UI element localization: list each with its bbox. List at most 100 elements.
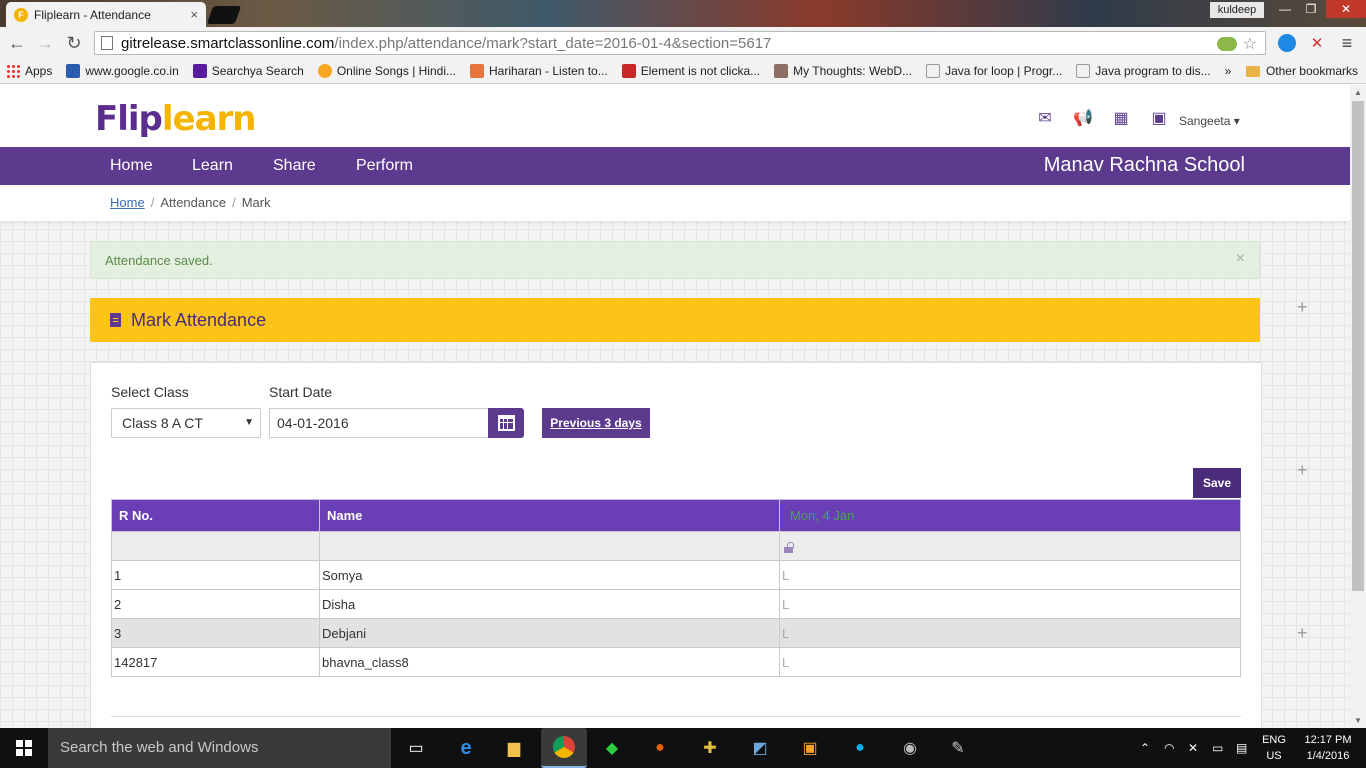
status-cell[interactable]: L [779, 647, 1241, 677]
col-header-date: Mon, 4 Jan [779, 499, 1241, 532]
bookmark-label: www.google.co.in [85, 64, 179, 78]
bookmark-searchya[interactable]: Searchya Search [192, 64, 304, 78]
outlook-icon[interactable]: ▣ [796, 734, 824, 762]
breadcrumb-home-link[interactable]: Home [110, 195, 145, 210]
status-cell[interactable]: L [779, 589, 1241, 619]
bookmark-star-icon[interactable]: ☆ [1243, 34, 1257, 54]
main-navbar: Home Learn Share Perform Manav Rachna Sc… [0, 147, 1350, 185]
class-select[interactable]: Class 8 A CT ▼ [111, 408, 261, 438]
user-menu[interactable]: Sangeeta ▾ [1179, 114, 1240, 128]
clock-time: 12:17 PM [1304, 734, 1352, 746]
scroll-down-icon[interactable]: ▼ [1354, 716, 1362, 725]
start-date-label: Start Date [269, 384, 333, 400]
bookmark-online-songs[interactable]: Online Songs | Hindi... [317, 64, 456, 78]
extension-blue-icon[interactable] [1278, 34, 1296, 52]
start-button[interactable] [0, 728, 48, 768]
address-bar[interactable]: gitrelease.smartclassonline.com /index.p… [94, 31, 1266, 55]
breadcrumb-mark: Mark [241, 195, 271, 210]
edge-icon[interactable]: e [452, 734, 480, 762]
restore-icon[interactable]: ❐ [1298, 0, 1324, 18]
date-picker-button[interactable] [488, 408, 524, 438]
taskbar-search[interactable]: Search the web and Windows [48, 728, 391, 768]
bookmark-java-for-loop[interactable]: Java for loop | Progr... [926, 64, 1062, 78]
site-header: Fliplearn ✉ 📢 ▦ ▣ Sangeeta ▾ [0, 85, 1350, 147]
megaphone-icon[interactable]: 📢 [1072, 109, 1094, 127]
pin-app-icon[interactable]: ✚ [696, 734, 724, 762]
logo-flip: Flip [95, 99, 163, 139]
window-close-icon[interactable]: ✕ [1326, 0, 1366, 18]
taskbar-clock[interactable]: 12:17 PM 1/4/2016 [1296, 732, 1360, 764]
profile-name[interactable]: kuldeep [1210, 2, 1264, 18]
wifi-icon[interactable]: ◠ [1164, 728, 1174, 768]
attendance-table: R No. Name Mon, 4 Jan 1 Somya L 2 Disha … [111, 499, 1241, 677]
table-row: 2 Disha L [111, 589, 1241, 619]
skype-icon[interactable]: ● [846, 734, 874, 762]
mail-icon[interactable]: ✉ [1034, 109, 1056, 127]
fliplearn-logo[interactable]: Fliplearn [95, 99, 257, 139]
browser-tab[interactable]: F Fliplearn - Attendance × [6, 2, 206, 27]
language-indicator[interactable]: ENG US [1258, 732, 1290, 764]
chrome-menu-icon[interactable]: ≡ [1336, 32, 1358, 54]
rno-cell: 3 [111, 618, 320, 648]
alert-close-icon[interactable]: × [1236, 250, 1245, 268]
bookmark-element-not-clickable[interactable]: Element is not clicka... [621, 64, 760, 78]
extension-red-icon[interactable]: ✕ [1306, 32, 1328, 54]
bookmarks-overflow-chevron[interactable]: » [1225, 64, 1232, 78]
image-icon[interactable]: ▣ [1148, 109, 1170, 127]
file-explorer-icon[interactable]: ▆ [500, 734, 528, 762]
forward-arrow-icon[interactable]: → [34, 32, 56, 54]
page-scrollbar[interactable]: ▲ ▼ [1350, 85, 1366, 728]
calendar-icon[interactable]: ▦ [1110, 109, 1132, 127]
action-center-icon[interactable]: ▤ [1236, 728, 1247, 768]
status-cell[interactable]: L [779, 618, 1241, 648]
nav-home[interactable]: Home [110, 157, 153, 175]
bookmark-hariharan[interactable]: Hariharan - Listen to... [470, 64, 608, 78]
bookmark-my-thoughts[interactable]: My Thoughts: WebD... [774, 64, 912, 78]
volume-muted-icon[interactable]: ✕ [1188, 728, 1198, 768]
database-tool-icon[interactable]: ◩ [746, 734, 774, 762]
bookmark-google[interactable]: www.google.co.in [66, 64, 179, 78]
table-row: 1 Somya L [111, 560, 1241, 590]
yahoo-y-icon [192, 64, 207, 78]
tray-up-chevron-icon[interactable]: ⌃ [1140, 728, 1150, 768]
bookmark-java-program[interactable]: Java program to dis... [1076, 64, 1211, 78]
minimize-icon[interactable]: — [1272, 0, 1298, 18]
extension-badge-icon[interactable] [1216, 37, 1237, 51]
mark-attendance-panel: Select Class Start Date Class 8 A CT ▼ 0… [90, 362, 1262, 728]
back-arrow-icon[interactable]: ← [6, 32, 28, 54]
browser-toolbar: ← → ↻ gitrelease.smartclassonline.com /i… [0, 27, 1366, 59]
task-view-icon[interactable]: ▭ [402, 734, 430, 762]
bookmark-apps[interactable]: Apps [6, 64, 52, 78]
plus-icon: + [1297, 460, 1308, 480]
scrollbar-thumb[interactable] [1352, 101, 1364, 591]
green-app-icon[interactable]: ◆ [598, 734, 626, 762]
col-header-rno: R No. [111, 499, 320, 532]
tab-close-icon[interactable]: × [190, 7, 198, 22]
previous-3-days-button[interactable]: Previous 3 days [542, 408, 650, 438]
nav-perform[interactable]: Perform [356, 157, 413, 175]
panel-divider [111, 716, 1241, 717]
chrome-taskbar-icon[interactable] [541, 728, 587, 768]
new-tab-button[interactable] [206, 6, 242, 24]
chevron-down-icon: ▾ [1233, 114, 1240, 128]
start-date-input[interactable]: 04-01-2016 [269, 408, 489, 438]
paint-icon[interactable]: ✎ [944, 734, 972, 762]
nav-share[interactable]: Share [273, 157, 316, 175]
music-icon [470, 64, 484, 78]
nav-learn[interactable]: Learn [192, 157, 233, 175]
other-bookmarks[interactable]: Other bookmarks [1245, 64, 1358, 78]
firefox-icon[interactable]: ● [646, 734, 674, 762]
eclipse-icon[interactable]: ◉ [896, 734, 924, 762]
unlock-icon[interactable] [784, 541, 794, 553]
lang-code: ENG [1262, 734, 1286, 746]
save-button[interactable]: Save [1193, 468, 1241, 498]
scroll-up-icon[interactable]: ▲ [1354, 88, 1362, 97]
other-bookmarks-label: Other bookmarks [1265, 64, 1358, 78]
reload-icon[interactable]: ↻ [63, 32, 85, 54]
bookmark-label: Java for loop | Progr... [945, 64, 1063, 78]
browser-titlebar: F Fliplearn - Attendance × kuldeep — ❐ ✕ [0, 0, 1366, 27]
battery-icon[interactable]: ▭ [1212, 728, 1223, 768]
success-alert: Attendance saved. × [90, 241, 1260, 279]
name-cell: Debjani [319, 618, 780, 648]
status-cell[interactable]: L [779, 560, 1241, 590]
